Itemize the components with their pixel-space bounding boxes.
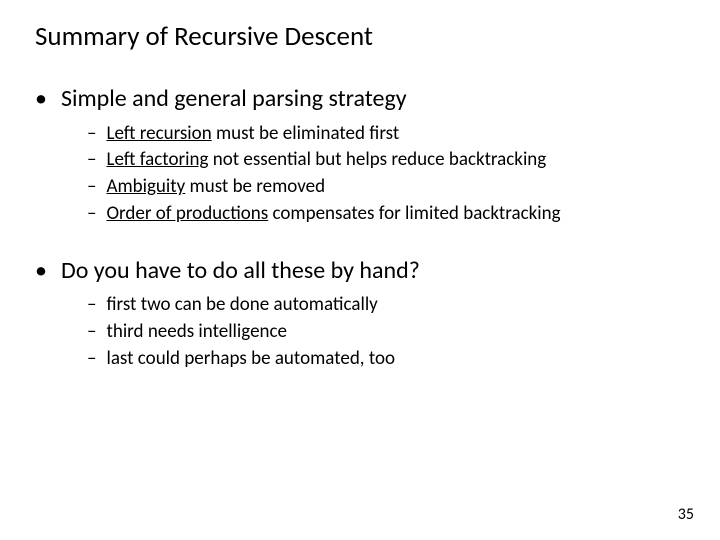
sub-rest: third needs intelligence	[106, 320, 287, 343]
sub-rest: must be removed	[185, 175, 325, 198]
sub-list: – first two can be done automatically – …	[87, 293, 720, 371]
sub-text: third needs intelligence	[106, 320, 287, 345]
underlined-term: Order of productions	[106, 202, 268, 225]
sub-text: Left factoring not essential but helps r…	[106, 148, 546, 173]
bullet-marker-icon: •	[35, 85, 47, 114]
dash-marker-icon: –	[87, 202, 96, 227]
list-item: – Order of productions compensates for l…	[87, 202, 720, 227]
sub-rest: compensates for limited backtracking	[268, 202, 560, 225]
page-number: 35	[678, 505, 694, 524]
dash-marker-icon: –	[87, 320, 96, 345]
slide-title: Summary of Recursive Descent	[35, 20, 720, 53]
sub-text: last could perhaps be automated, too	[106, 347, 395, 372]
dash-marker-icon: –	[87, 148, 96, 173]
list-item: – first two can be done automatically	[87, 293, 720, 318]
sub-rest: last could perhaps be automated, too	[106, 347, 395, 370]
sub-rest: first two can be done automatically	[106, 293, 377, 316]
dash-marker-icon: –	[87, 293, 96, 318]
sub-text: Ambiguity must be removed	[106, 175, 325, 200]
list-item: – Left recursion must be eliminated firs…	[87, 122, 720, 147]
sub-text: Order of productions compensates for lim…	[106, 202, 560, 227]
dash-marker-icon: –	[87, 347, 96, 372]
sub-list: – Left recursion must be eliminated firs…	[87, 122, 720, 227]
sub-text: Left recursion must be eliminated first	[106, 122, 399, 147]
list-item: – Left factoring not essential but helps…	[87, 148, 720, 173]
bullet-text: Simple and general parsing strategy	[61, 85, 407, 114]
dash-marker-icon: –	[87, 175, 96, 200]
bullet-item: • Do you have to do all these by hand?	[35, 257, 720, 286]
bullet-item: • Simple and general parsing strategy	[35, 85, 720, 114]
bullet-text: Do you have to do all these by hand?	[61, 257, 420, 286]
sub-rest: not essential but helps reduce backtrack…	[208, 148, 546, 171]
dash-marker-icon: –	[87, 122, 96, 147]
bullet-marker-icon: •	[35, 257, 47, 286]
underlined-term: Left recursion	[106, 122, 211, 145]
sub-text: first two can be done automatically	[106, 293, 377, 318]
sub-rest: must be eliminated first	[212, 122, 400, 145]
list-item: – third needs intelligence	[87, 320, 720, 345]
list-item: – Ambiguity must be removed	[87, 175, 720, 200]
underlined-term: Left factoring	[106, 148, 208, 171]
list-item: – last could perhaps be automated, too	[87, 347, 720, 372]
underlined-term: Ambiguity	[106, 175, 185, 198]
